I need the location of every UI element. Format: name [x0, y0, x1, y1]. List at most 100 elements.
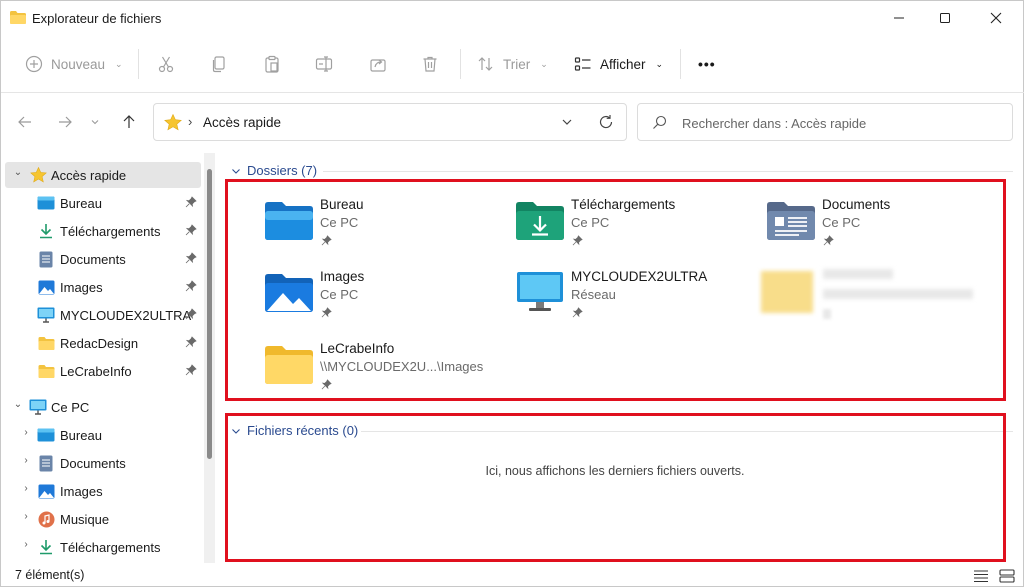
- chevron-right-icon[interactable]: ›: [19, 455, 33, 466]
- chevron-down-icon[interactable]: ⌄: [11, 399, 25, 410]
- sidebar-item-images[interactable]: Images: [5, 274, 201, 300]
- up-button[interactable]: [117, 109, 141, 135]
- chevron-right-icon[interactable]: ›: [19, 427, 33, 438]
- rename-button[interactable]: [315, 49, 333, 79]
- folder-tile-mycloudex2ultra[interactable]: MYCLOUDEX2ULTRA Réseau: [516, 269, 756, 333]
- share-button[interactable]: [369, 49, 387, 79]
- sidebar-item-pc-images[interactable]: › Images: [5, 478, 201, 504]
- recent-files-empty-message: Ici, nous affichons les derniers fichier…: [485, 464, 745, 478]
- sidebar-scrollbar-thumb[interactable]: [207, 169, 212, 459]
- music-icon: [37, 510, 55, 528]
- details-view-icon: [974, 570, 988, 583]
- folder-location: Ce PC: [320, 287, 359, 302]
- breadcrumb-separator-icon: ›: [188, 114, 193, 129]
- chevron-right-icon[interactable]: ›: [19, 483, 33, 494]
- sidebar-item-quick-access[interactable]: ⌄ Accès rapide: [5, 162, 201, 188]
- maximize-button[interactable]: [922, 1, 968, 35]
- download-icon: [37, 222, 55, 240]
- folder-name: Images: [320, 269, 365, 284]
- maximize-icon: [940, 13, 950, 23]
- network-monitor-icon: [517, 272, 563, 311]
- document-icon: [37, 454, 55, 472]
- copy-button[interactable]: [210, 49, 228, 79]
- more-options-button[interactable]: •••: [698, 49, 716, 79]
- search-icon: [653, 115, 667, 129]
- chevron-down-icon: [232, 168, 240, 174]
- pin-icon: [185, 364, 197, 376]
- sidebar-item-pc-telechargements[interactable]: › Téléchargements: [5, 534, 201, 560]
- section-divider: [323, 171, 1013, 172]
- arrow-up-icon: [123, 115, 135, 128]
- sort-button[interactable]: Trier ⌄: [477, 49, 548, 79]
- file-explorer-window: Explorateur de fichiers Nouveau ⌄ Trier …: [0, 0, 1024, 587]
- chevron-down-icon: [91, 120, 99, 125]
- folder-tile-images[interactable]: Images Ce PC: [265, 269, 505, 333]
- refresh-icon[interactable]: [598, 114, 614, 130]
- close-button[interactable]: [973, 1, 1019, 35]
- folder-icon: [37, 334, 55, 352]
- status-bar: 7 élément(s): [1, 565, 1024, 588]
- chevron-down-icon[interactable]: [560, 115, 574, 129]
- redacted-location: [823, 289, 973, 299]
- folder-tile-documents[interactable]: Documents Ce PC: [767, 197, 1007, 261]
- details-view-button[interactable]: [971, 567, 991, 585]
- view-icon: [574, 57, 591, 71]
- images-icon: [37, 482, 55, 500]
- window-title: Explorateur de fichiers: [32, 11, 162, 26]
- pin-icon: [185, 196, 197, 208]
- sidebar-item-this-pc[interactable]: ⌄ Ce PC: [5, 394, 201, 420]
- folder-name: LeCrabeInfo: [320, 341, 395, 356]
- copy-icon: [212, 56, 225, 73]
- cut-button[interactable]: [157, 49, 175, 79]
- sidebar-item-pc-musique[interactable]: › Musique: [5, 506, 201, 532]
- sort-label: Trier: [503, 56, 531, 72]
- sidebar-item-mycloudex2ultra[interactable]: MYCLOUDEX2ULTRA: [5, 302, 201, 328]
- search-box[interactable]: [637, 103, 1013, 141]
- new-button[interactable]: Nouveau ⌄: [25, 49, 123, 79]
- documents-folder-icon: [767, 202, 815, 240]
- chevron-down-icon: ⌄: [115, 58, 123, 69]
- sidebar-item-label: Images: [60, 280, 103, 295]
- downloads-folder-icon: [516, 202, 564, 240]
- chevron-down-icon[interactable]: ⌄: [11, 167, 25, 178]
- delete-button[interactable]: [421, 49, 439, 79]
- chevron-right-icon[interactable]: ›: [19, 539, 33, 550]
- new-label: Nouveau: [51, 56, 106, 72]
- sidebar-item-pc-bureau[interactable]: › Bureau: [5, 422, 201, 448]
- pin-icon: [823, 235, 834, 246]
- sidebar-item-lecrabeinfo[interactable]: LeCrabeInfo: [5, 358, 201, 384]
- sidebar-item-redacdesign[interactable]: RedacDesign: [5, 330, 201, 356]
- sidebar-item-bureau[interactable]: Bureau: [5, 190, 201, 216]
- folder-icon: [265, 346, 313, 384]
- address-bar[interactable]: › Accès rapide: [153, 103, 627, 141]
- folder-tile-telechargements[interactable]: Téléchargements Ce PC: [516, 197, 756, 261]
- minimize-button[interactable]: [876, 1, 922, 35]
- document-icon: [37, 250, 55, 268]
- forward-button[interactable]: [53, 109, 77, 135]
- recent-locations-button[interactable]: [86, 109, 104, 135]
- sidebar-item-pc-documents[interactable]: › Documents: [5, 450, 201, 476]
- view-button[interactable]: Afficher ⌄: [574, 49, 663, 79]
- share-icon: [370, 59, 386, 72]
- plus-circle-icon: [25, 55, 43, 73]
- star-icon: [29, 166, 47, 184]
- pin-icon: [321, 379, 332, 390]
- paste-button[interactable]: [263, 49, 281, 79]
- folder-tile-lecrabeinfo[interactable]: LeCrabeInfo \\MYCLOUDEX2U...\Images: [265, 341, 505, 405]
- folders-section-header[interactable]: Dossiers (7): [231, 163, 317, 178]
- chevron-right-icon[interactable]: ›: [19, 511, 33, 522]
- images-folder-icon: [265, 274, 313, 312]
- tiles-view-button[interactable]: [997, 567, 1017, 585]
- folder-tile-bureau[interactable]: Bureau Ce PC: [265, 197, 505, 261]
- back-button[interactable]: [13, 109, 37, 135]
- folder-app-icon: [10, 11, 26, 24]
- sidebar-item-telechargements[interactable]: Téléchargements: [5, 218, 201, 244]
- pin-icon: [185, 308, 197, 320]
- sidebar-item-documents[interactable]: Documents: [5, 246, 201, 272]
- search-input[interactable]: [682, 114, 1002, 132]
- folder-tile-redacted[interactable]: [761, 265, 1001, 329]
- folder-location: Ce PC: [571, 215, 610, 230]
- breadcrumb[interactable]: Accès rapide: [203, 115, 281, 130]
- pin-icon: [321, 307, 332, 318]
- cut-icon: [158, 56, 174, 73]
